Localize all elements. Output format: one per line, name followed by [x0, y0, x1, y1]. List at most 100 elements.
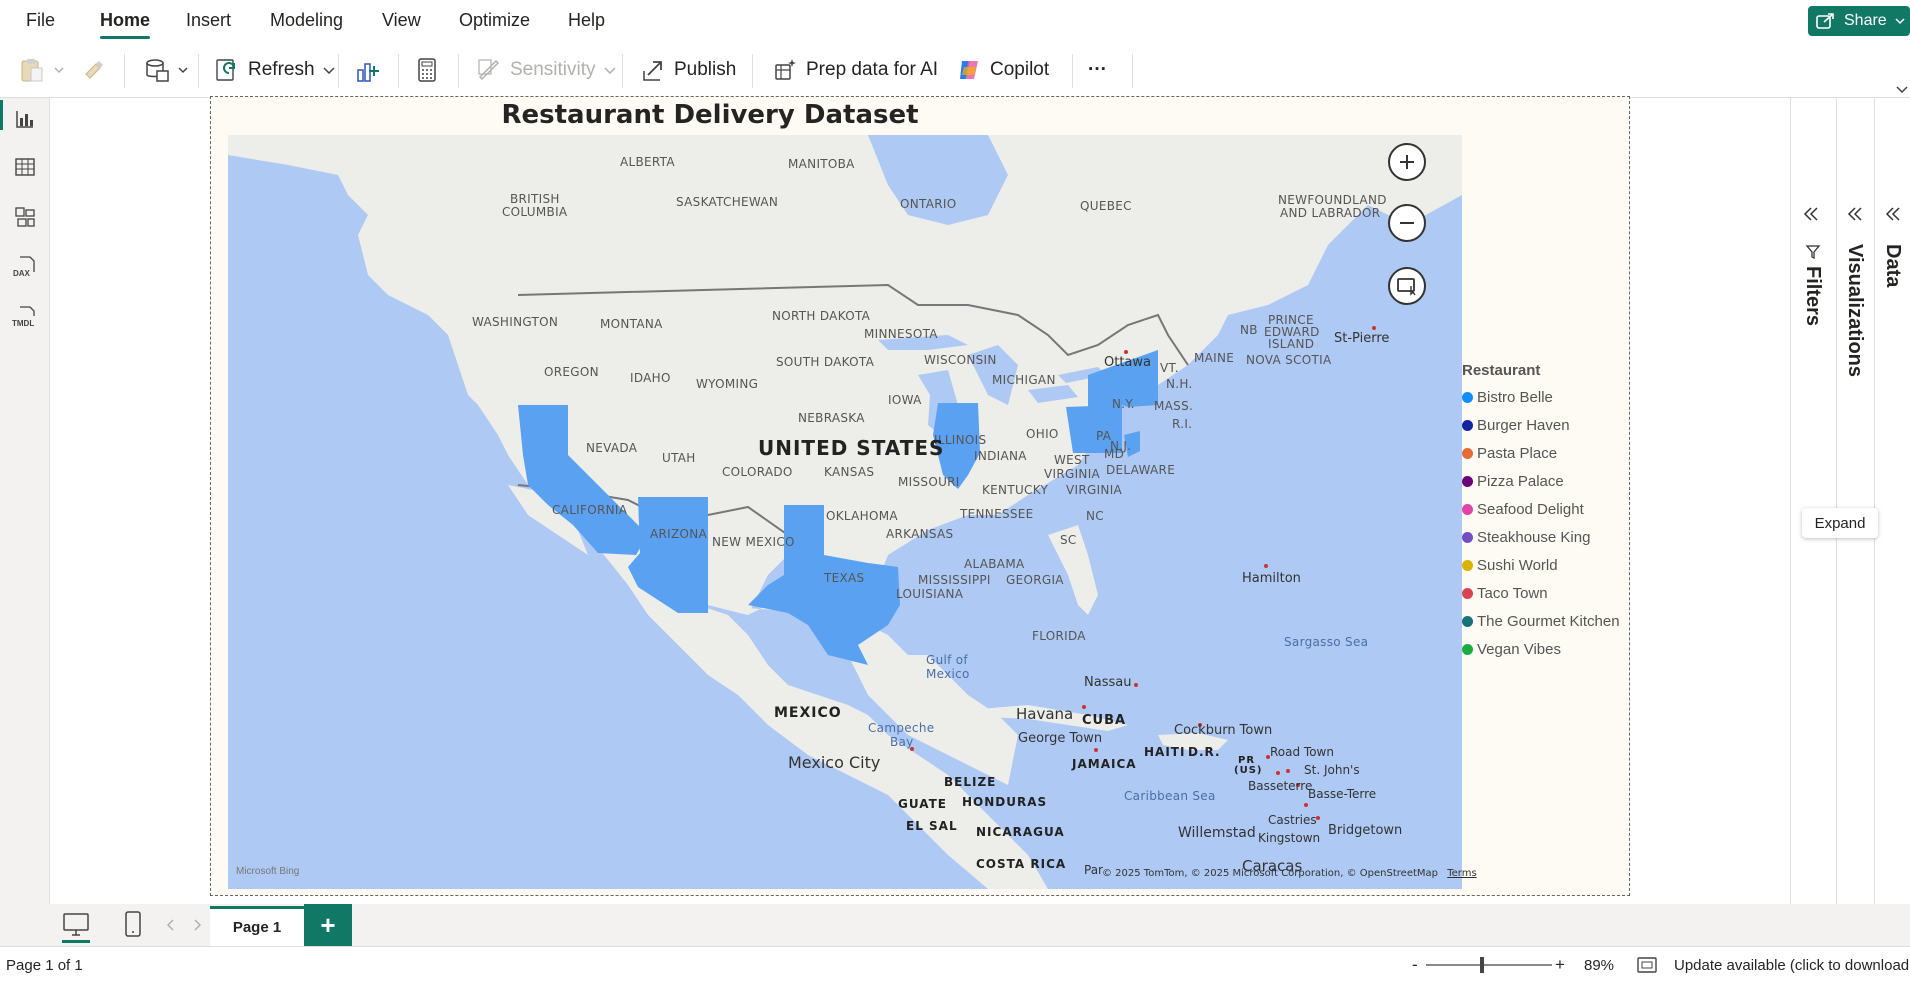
legend-item[interactable]: Sushi World	[1462, 551, 1632, 579]
map-label-gulf-2: Mexico	[926, 667, 970, 681]
reset-view-button[interactable]	[1388, 267, 1426, 305]
collapse-filters-chevron-icon[interactable]	[1803, 206, 1819, 227]
map-label-nj: N.J.	[1110, 439, 1132, 453]
zoom-slider-thumb[interactable]	[1480, 957, 1485, 973]
menu-file[interactable]: File	[26, 10, 55, 31]
map-label-idaho: IDAHO	[630, 371, 671, 385]
menu-home[interactable]: Home	[100, 10, 151, 39]
next-page-button[interactable]	[192, 918, 202, 936]
map-label-vt: VT.	[1160, 361, 1179, 375]
legend-item[interactable]: Bistro Belle	[1462, 383, 1632, 411]
share-button[interactable]: Share	[1808, 6, 1910, 36]
map-label-montana: MONTANA	[600, 317, 663, 331]
data-pane-label[interactable]: Data	[1881, 244, 1904, 287]
menu-modeling[interactable]: Modeling	[270, 10, 343, 31]
format-painter-button[interactable]	[82, 52, 106, 88]
chevron-down-icon	[323, 66, 335, 74]
map-label-alberta: ALBERTA	[620, 155, 675, 169]
chevron-left-icon	[166, 919, 174, 931]
model-view-button[interactable]	[8, 200, 42, 234]
new-visual-button[interactable]	[354, 52, 382, 88]
map-label-british-columbia-1: BRITISH	[510, 192, 560, 206]
map-label-north-dakota: NORTH DAKOTA	[772, 309, 871, 323]
sensitivity-button[interactable]: Sensitivity	[476, 52, 616, 88]
legend-item[interactable]: The Gourmet Kitchen	[1462, 607, 1632, 635]
legend-item[interactable]: Seafood Delight	[1462, 495, 1632, 523]
sensitivity-label: Sensitivity	[510, 59, 596, 80]
zoom-percent[interactable]: 89%	[1584, 957, 1614, 974]
legend-item[interactable]: Pasta Place	[1462, 439, 1632, 467]
map-label-castries: Castries	[1268, 813, 1317, 827]
ribbon-separator	[398, 54, 399, 88]
tmdl-view-button[interactable]: TMDL	[8, 300, 42, 334]
legend-item[interactable]: Taco Town	[1462, 579, 1632, 607]
legend-item-label: Sushi World	[1477, 556, 1558, 574]
legend-item[interactable]: Vegan Vibes	[1462, 635, 1632, 663]
visualizations-pane-label[interactable]: Visualizations	[1843, 244, 1866, 377]
mobile-layout-button[interactable]	[124, 910, 142, 943]
map-label-west-virginia-2: VIRGINIA	[1044, 467, 1101, 481]
update-available-link[interactable]: Update available (click to download	[1674, 957, 1909, 974]
map-label-iowa: IOWA	[888, 393, 922, 407]
menu-insert[interactable]: Insert	[186, 10, 231, 31]
map-label-nova-scotia: NOVA SCOTIA	[1246, 353, 1332, 367]
menu-help[interactable]: Help	[568, 10, 605, 31]
legend-item[interactable]: Pizza Palace	[1462, 467, 1632, 495]
reset-view-icon	[1396, 276, 1418, 296]
zoom-out-button[interactable]: -	[1412, 955, 1418, 975]
map-label-campeche-2: Bay	[890, 735, 914, 749]
terms-link[interactable]: Terms	[1447, 868, 1476, 879]
zoom-in-button[interactable]: +	[1555, 955, 1565, 975]
map-visual[interactable]: ALBERTA MANITOBA BRITISH COLUMBIA SASKAT…	[228, 135, 1462, 889]
new-measure-button[interactable]	[414, 52, 440, 88]
table-view-button[interactable]	[8, 150, 42, 184]
fit-to-page-button[interactable]	[1636, 956, 1658, 978]
map-label-kansas: KANSAS	[824, 465, 875, 479]
map-label-new-mexico: NEW MEXICO	[712, 535, 795, 549]
dax-query-view-button[interactable]: DAX	[8, 250, 42, 284]
map-label-gulf-1: Gulf of	[926, 653, 968, 667]
publish-button[interactable]: Publish	[640, 52, 736, 88]
filters-pane: Filters	[1790, 98, 1836, 904]
get-data-button[interactable]	[144, 52, 188, 88]
previous-page-button[interactable]	[166, 918, 176, 936]
chevron-right-icon	[194, 919, 202, 931]
filters-pane-label[interactable]: Filters	[1801, 266, 1824, 326]
data-pane: Data	[1874, 98, 1910, 904]
power-bi-desktop-window: File Home Insert Modeling View Optimize …	[0, 0, 1910, 982]
refresh-button[interactable]: Refresh	[214, 52, 335, 88]
legend-item[interactable]: Burger Haven	[1462, 411, 1632, 439]
copilot-label: Copilot	[990, 59, 1050, 80]
tmdl-text: TMDL	[12, 319, 35, 328]
legend-item-label: Bistro Belle	[1477, 388, 1553, 406]
paste-button[interactable]	[18, 52, 64, 88]
desktop-layout-button[interactable]	[62, 912, 90, 943]
page-tabs-bar: Page 1 +	[0, 904, 1910, 946]
legend-color-dot	[1462, 419, 1473, 431]
copilot-button[interactable]: Copilot	[956, 52, 1049, 88]
zoom-in-button[interactable]	[1388, 143, 1426, 181]
legend-color-dot	[1462, 447, 1473, 459]
prep-data-for-ai-button[interactable]: Prep data for AI	[772, 52, 938, 88]
collapse-data-chevron-icon[interactable]	[1885, 206, 1901, 227]
zoom-slider[interactable]	[1426, 957, 1552, 973]
sensitivity-icon	[476, 57, 502, 83]
map-label-texas: TEXAS	[824, 571, 865, 585]
collapse-ribbon-chevron-icon[interactable]	[1896, 80, 1908, 98]
zoom-out-button[interactable]	[1388, 204, 1426, 242]
legend-item[interactable]: Steakhouse King	[1462, 523, 1632, 551]
ribbon-separator	[458, 54, 459, 88]
map-legend: Restaurant Bistro Belle Burger Haven Pasta…	[1462, 362, 1632, 663]
collapse-visualizations-chevron-icon[interactable]	[1847, 206, 1863, 227]
more-options-button[interactable]: ···	[1088, 52, 1107, 88]
publish-label: Publish	[674, 59, 737, 80]
menu-optimize[interactable]: Optimize	[459, 10, 530, 31]
page-count: Page 1 of 1	[6, 957, 83, 974]
map-label-oregon: OREGON	[544, 365, 599, 379]
page-tab-1[interactable]: Page 1	[210, 906, 304, 946]
menu-view[interactable]: View	[382, 10, 421, 31]
map-label-pa: PA	[1096, 429, 1112, 443]
map-label-missouri: MISSOURI	[898, 475, 960, 489]
add-page-button[interactable]: +	[304, 904, 352, 946]
map-label-delaware: DELAWARE	[1106, 463, 1176, 477]
